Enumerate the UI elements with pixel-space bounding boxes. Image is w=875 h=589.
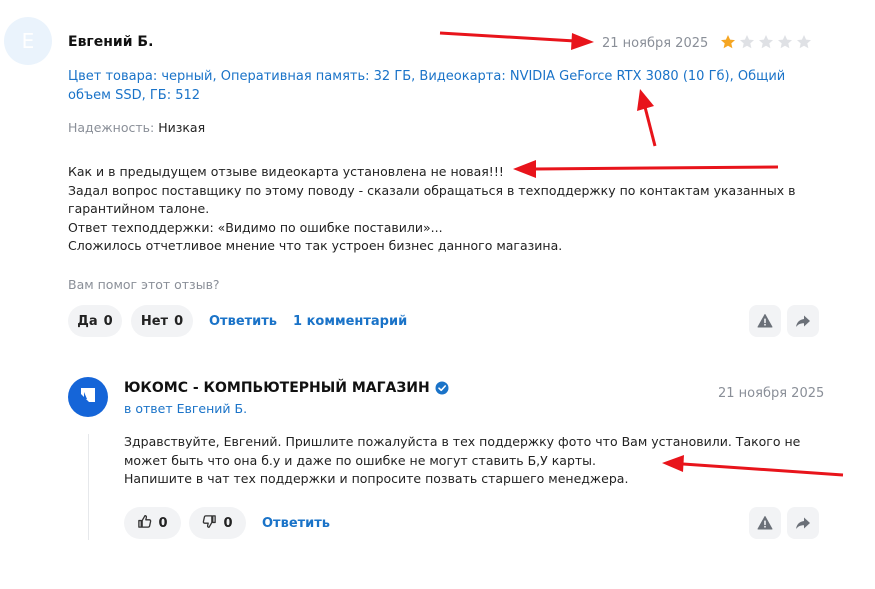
report-button[interactable]: [749, 305, 781, 337]
reply-text-line: Напишите в чат тех поддержки и попросите…: [124, 471, 629, 486]
share-button-2[interactable]: [787, 507, 819, 539]
like-count: 0: [158, 515, 168, 531]
product-specs[interactable]: Цвет товара: черный, Оперативная память:…: [68, 67, 828, 105]
warning-icon: [757, 515, 773, 531]
dislike-count: 0: [223, 515, 233, 531]
like-button[interactable]: 0: [124, 507, 181, 539]
annotation-arrow: [439, 31, 594, 50]
shop-logo-icon: [78, 385, 98, 409]
review-text-line: Задал вопрос поставщику по этому поводу …: [68, 182, 800, 217]
share-button[interactable]: [787, 305, 819, 337]
star-icon: [796, 34, 812, 50]
rating-stars: [720, 34, 812, 50]
no-count: 0: [174, 313, 184, 329]
reliability-value: Низкая: [158, 120, 206, 135]
star-icon: [758, 34, 774, 50]
review-date: 21 ноября 2025: [602, 36, 709, 51]
reply-text: Здравствуйте, Евгений. Пришлите пожалуйс…: [124, 433, 824, 489]
helpful-question: Вам помог этот отзыв?: [68, 277, 220, 292]
share-icon: [795, 313, 811, 329]
dislike-button[interactable]: 0: [189, 507, 246, 539]
star-icon: [777, 34, 793, 50]
reply-link-2[interactable]: Ответить: [262, 516, 330, 531]
review-text-line: Как и в предыдущем отзыве видеокарта уст…: [68, 164, 504, 179]
thumbs-up-icon: [137, 514, 152, 533]
reply-link[interactable]: Ответить: [209, 314, 277, 329]
reliability-label: Надежность:: [68, 120, 155, 135]
review-text-line: Сложилось отчетливое мнение что так устр…: [68, 238, 563, 253]
helpful-yes-button[interactable]: Да 0: [68, 305, 122, 337]
verified-icon: [435, 381, 449, 395]
yes-label: Да: [77, 313, 98, 329]
thread-line: [88, 434, 89, 540]
thumbs-down-icon: [202, 514, 217, 533]
yes-count: 0: [103, 313, 113, 329]
shop-logo: [68, 377, 108, 417]
reply-to-link[interactable]: в ответ Евгений Б.: [124, 401, 247, 416]
review-author[interactable]: Евгений Б.: [68, 34, 153, 50]
helpful-no-button[interactable]: Нет 0: [131, 305, 193, 337]
avatar-letter: Е: [21, 29, 35, 53]
reply-date: 21 ноября 2025: [718, 386, 825, 401]
share-icon: [795, 515, 811, 531]
review-text: Как и в предыдущем отзыве видеокарта уст…: [68, 163, 828, 256]
star-icon: [720, 34, 736, 50]
shop-name-text: ЮКОМС - КОМПЬЮТЕРНЫЙ МАГАЗИН: [124, 380, 430, 396]
shop-name[interactable]: ЮКОМС - КОМПЬЮТЕРНЫЙ МАГАЗИН: [124, 380, 449, 396]
author-avatar: Е: [4, 17, 52, 65]
star-icon: [739, 34, 755, 50]
warning-icon: [757, 313, 773, 329]
review-text-line: Ответ техподдержки: «Видимо по ошибке по…: [68, 219, 443, 235]
report-button-2[interactable]: [749, 507, 781, 539]
no-label: Нет: [140, 313, 169, 329]
reply-text-line: Здравствуйте, Евгений. Пришлите пожалуйс…: [124, 434, 805, 468]
reliability: Надежность: Низкая: [68, 120, 205, 135]
comments-link[interactable]: 1 комментарий: [293, 314, 407, 329]
